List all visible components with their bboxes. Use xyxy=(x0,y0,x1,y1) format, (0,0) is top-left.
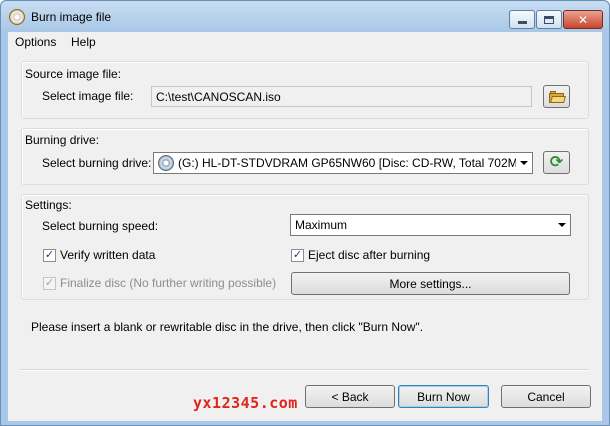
disc-burn-icon xyxy=(9,9,25,25)
dialog-client-area: Options Help Source image file: Select i… xyxy=(8,32,602,421)
verify-written-data-checkbox[interactable]: ✓ Verify written data xyxy=(43,248,155,262)
close-icon: ✕ xyxy=(577,12,589,27)
browse-image-button[interactable] xyxy=(543,85,570,108)
burn-now-label: Burn Now xyxy=(417,389,470,404)
window-title: Burn image file xyxy=(31,10,112,24)
finalize-disc-label: Finalize disc (No further writing possib… xyxy=(60,276,277,290)
finalize-checkmark-icon: ✓ xyxy=(43,276,56,290)
source-group-title: Source image file: xyxy=(25,67,122,81)
drive-group-title: Burning drive: xyxy=(25,133,100,147)
maximize-icon xyxy=(544,15,554,24)
instruction-text: Please insert a blank or rewritable disc… xyxy=(31,320,424,334)
refresh-drives-button[interactable]: ⟳ xyxy=(543,151,570,174)
cancel-label: Cancel xyxy=(527,389,565,404)
burn-now-button[interactable]: Burn Now xyxy=(398,385,489,408)
watermark-text: yx12345.com xyxy=(193,394,298,412)
folder-icon xyxy=(548,90,566,103)
close-button[interactable]: ✕ xyxy=(563,10,603,29)
minimize-icon xyxy=(517,21,527,24)
menu-help[interactable]: Help xyxy=(68,34,99,50)
cancel-button[interactable]: Cancel xyxy=(501,385,591,408)
drive-disc-icon xyxy=(158,155,174,171)
eject-checkmark-icon: ✓ xyxy=(291,248,304,262)
verify-checkmark-icon: ✓ xyxy=(43,248,56,262)
eject-disc-label: Eject disc after burning xyxy=(308,248,431,262)
burning-speed-value: Maximum xyxy=(295,218,348,232)
menu-bar: Options Help xyxy=(8,32,602,52)
back-button-label: < Back xyxy=(331,389,369,404)
chevron-down-icon xyxy=(554,223,570,227)
more-settings-button[interactable]: More settings... xyxy=(291,272,570,295)
title-bar[interactable]: Burn image file ✕ xyxy=(1,1,609,32)
burning-speed-label: Select burning speed: xyxy=(42,219,159,233)
burning-speed-select[interactable]: Maximum xyxy=(290,214,571,236)
select-image-label: Select image file: xyxy=(42,89,134,103)
image-path-field[interactable]: C:\test\CANOSCAN.iso xyxy=(151,86,532,107)
verify-written-data-label: Verify written data xyxy=(60,248,156,262)
chevron-down-icon xyxy=(516,161,532,165)
eject-disc-checkbox[interactable]: ✓ Eject disc after burning xyxy=(291,248,430,262)
drive-select[interactable]: (G:) HL-DT-STDVDRAM GP65NW60 [Disc: CD-R… xyxy=(153,152,533,174)
select-drive-label: Select burning drive: xyxy=(42,156,152,170)
minimize-button[interactable] xyxy=(509,10,535,29)
menu-options[interactable]: Options xyxy=(12,34,59,50)
settings-group-title: Settings: xyxy=(25,198,72,212)
drive-select-value: (G:) HL-DT-STDVDRAM GP65NW60 [Disc: CD-R… xyxy=(178,156,516,170)
refresh-icon: ⟳ xyxy=(549,153,564,171)
back-button[interactable]: < Back xyxy=(305,385,395,408)
footer-separator xyxy=(21,369,589,371)
burn-image-window: Burn image file ✕ Options Help Source im… xyxy=(0,0,610,426)
finalize-disc-checkbox: ✓ Finalize disc (No further writing poss… xyxy=(43,276,276,290)
maximize-button[interactable] xyxy=(536,10,562,29)
